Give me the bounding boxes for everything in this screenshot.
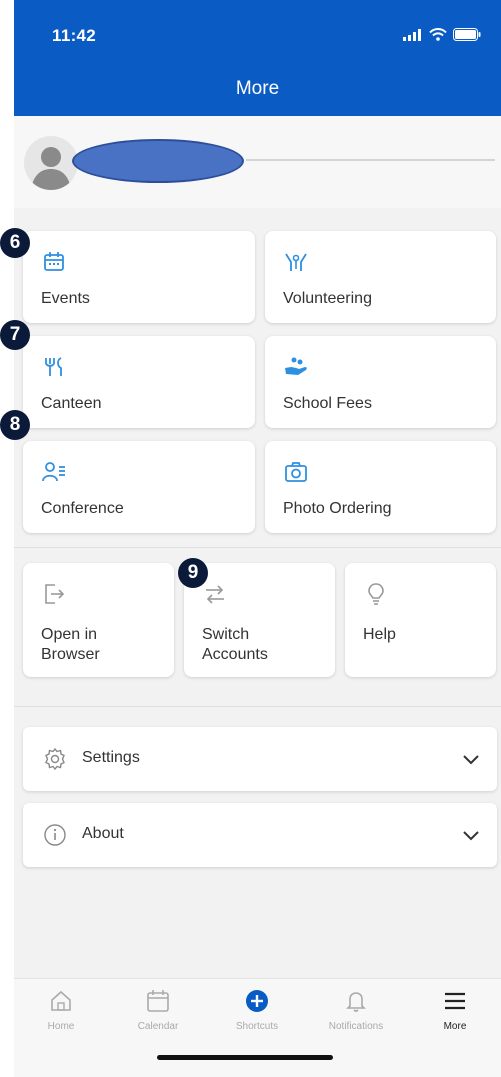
person-list-icon [42, 462, 65, 482]
camera-icon [285, 462, 307, 482]
switch-arrows-icon [206, 585, 224, 604]
wifi-icon [429, 28, 447, 41]
section-divider [14, 547, 501, 548]
annotation-badge-8: 8 [0, 410, 30, 440]
chevron-down-icon[interactable] [461, 749, 481, 769]
bell-icon [346, 992, 366, 1012]
plus-circle-icon [246, 990, 268, 1012]
calendar-icon [44, 252, 64, 271]
battery-icon [453, 28, 481, 41]
annotation-badge-9: 9 [178, 558, 208, 588]
app-header: 11:42 More [14, 0, 501, 116]
phone-screen: 11:42 More Events Volunteering Canteen S… [14, 0, 501, 1077]
tab-label: Home [47, 1021, 75, 1032]
tile-volunteering[interactable]: Volunteering [265, 231, 496, 323]
tab-label: Calendar [137, 1021, 179, 1032]
annotation-badge-7: 7 [0, 320, 30, 350]
section-divider [14, 706, 501, 707]
menu-icon [445, 992, 465, 1010]
tab-more[interactable]: More [410, 987, 500, 1032]
coins-hand-icon [285, 357, 307, 375]
tile-label: School Fees [283, 395, 372, 412]
tile-open-in-browser[interactable]: Open in Browser [23, 563, 174, 677]
tab-label: More [443, 1021, 467, 1032]
tile-label-line2: Browser [41, 646, 100, 663]
tile-school-fees[interactable]: School Fees [265, 336, 496, 428]
tile-switch-accounts[interactable]: Switch Accounts [184, 563, 335, 677]
home-indicator[interactable] [157, 1055, 333, 1060]
info-icon [44, 824, 66, 846]
about-row[interactable]: About [23, 803, 497, 867]
about-label: About [82, 825, 124, 842]
settings-label: Settings [82, 749, 140, 766]
tile-label: Volunteering [283, 290, 372, 307]
cellular-signal-icon [403, 28, 421, 41]
tile-label-line1: Help [363, 626, 396, 643]
volunteer-hands-icon [285, 253, 307, 271]
tab-calendar[interactable]: Calendar [113, 987, 203, 1032]
chevron-down-icon[interactable] [461, 825, 481, 845]
fork-knife-icon [45, 357, 62, 376]
tile-help[interactable]: Help [345, 563, 496, 677]
user-silhouette-icon [31, 147, 71, 190]
lightbulb-icon [368, 583, 384, 605]
tab-label: Notifications [328, 1021, 384, 1032]
tab-home[interactable]: Home [16, 987, 106, 1032]
tile-label-line2: Accounts [202, 646, 268, 663]
exit-browser-icon [45, 584, 65, 604]
status-time: 11:42 [52, 26, 97, 45]
tile-canteen[interactable]: Canteen [23, 336, 255, 428]
page-title: More [235, 78, 280, 99]
tile-label: Events [41, 290, 90, 307]
status-icons [403, 28, 481, 41]
tab-shortcuts[interactable]: Shortcuts [212, 987, 302, 1032]
home-icon [51, 990, 71, 1011]
redacted-name [72, 139, 244, 183]
tile-photo-ordering[interactable]: Photo Ordering [265, 441, 496, 533]
tile-label-line1: Open in [41, 626, 98, 643]
tile-label: Canteen [41, 395, 102, 412]
profile-divider [246, 159, 495, 161]
tile-label: Conference [41, 500, 124, 517]
tile-conference[interactable]: Conference [23, 441, 255, 533]
settings-row[interactable]: Settings [23, 727, 497, 791]
calendar-icon [147, 990, 169, 1012]
profile-section[interactable] [14, 116, 501, 208]
annotation-badge-6: 6 [0, 228, 30, 258]
tile-label-line1: Switch [202, 626, 250, 643]
tile-label: Photo Ordering [283, 500, 392, 517]
tab-notifications[interactable]: Notifications [311, 987, 401, 1032]
tab-label: Shortcuts [235, 1021, 279, 1032]
avatar [24, 136, 78, 190]
tab-bar: Home Calendar Shortcuts Notifications Mo… [14, 978, 501, 1077]
tile-events[interactable]: Events [23, 231, 255, 323]
gear-icon [45, 747, 65, 771]
